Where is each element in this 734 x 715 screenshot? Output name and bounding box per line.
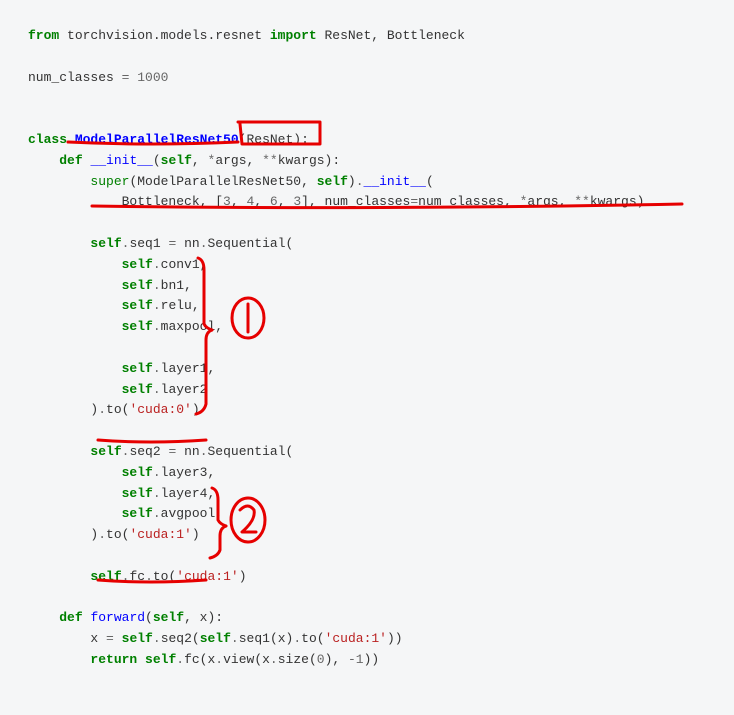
kw-import: import [270, 28, 317, 43]
num-1000: 1000 [137, 70, 168, 85]
code-content: from torchvision.models.resnet import Re… [28, 26, 734, 671]
kw-from: from [28, 28, 59, 43]
kw-def: def [59, 153, 82, 168]
kw-class: class [28, 132, 67, 147]
code-block: from torchvision.models.resnet import Re… [0, 0, 734, 671]
class-name: ModelParallelResNet50 [75, 132, 239, 147]
